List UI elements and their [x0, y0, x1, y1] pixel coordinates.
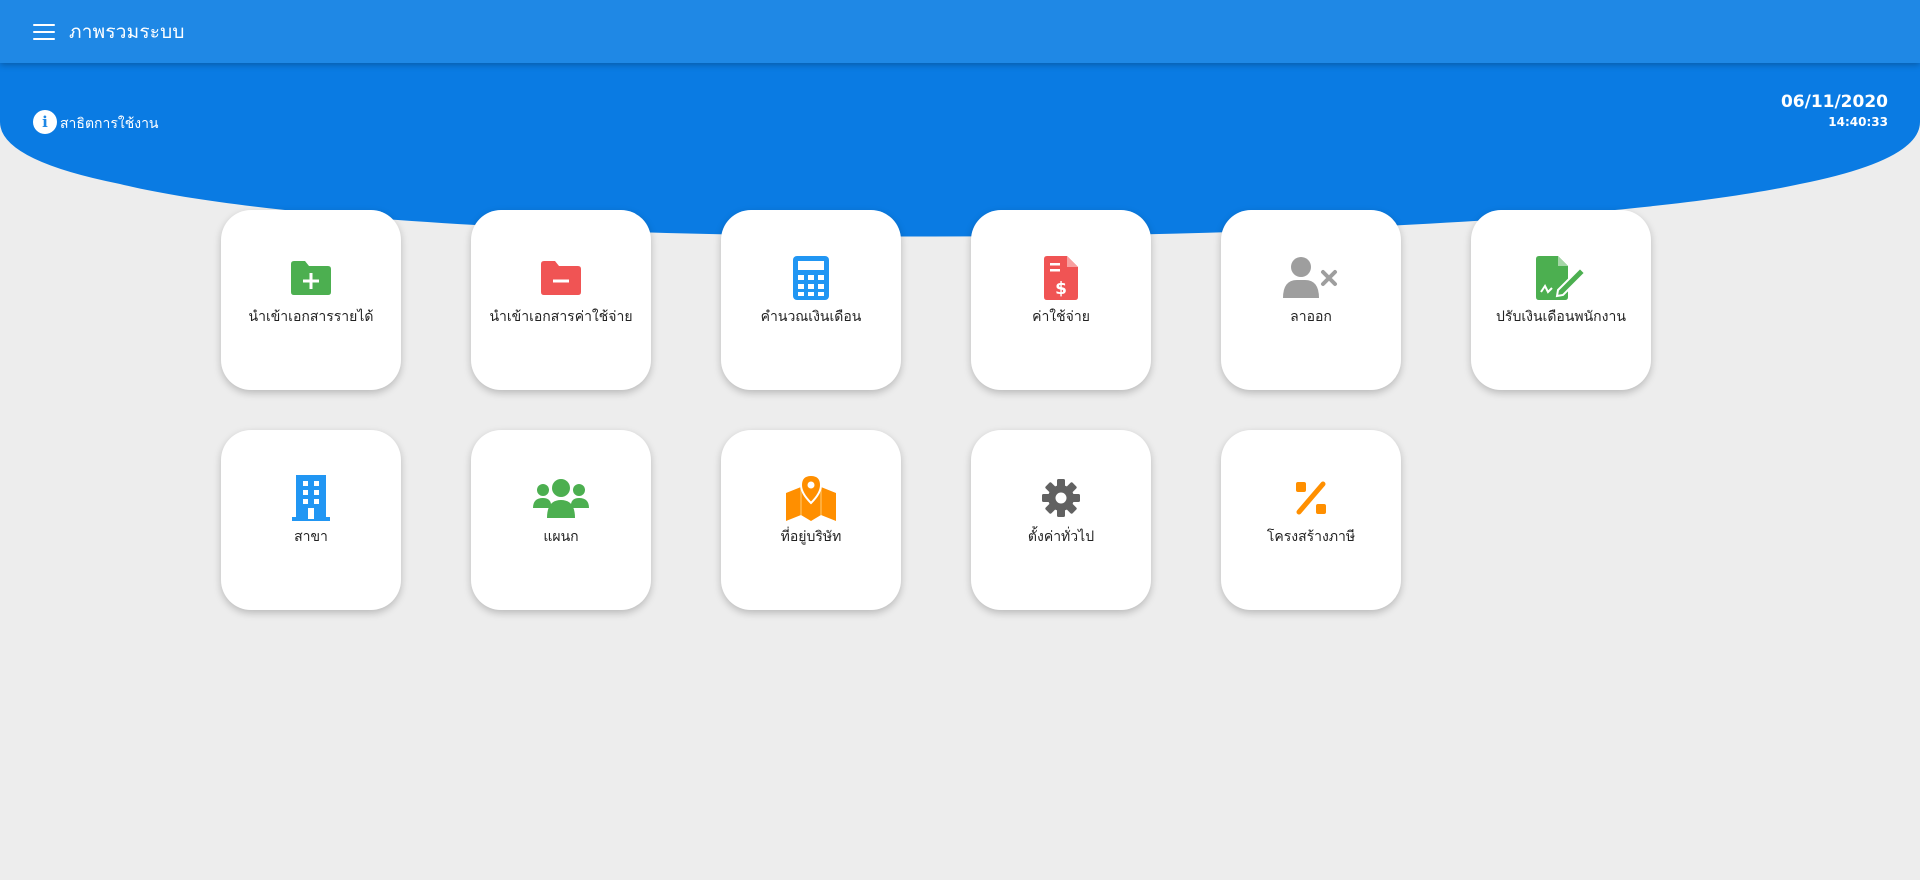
document-sign-icon [1533, 254, 1589, 302]
percent-icon [1283, 474, 1339, 522]
page-title: ภาพรวมระบบ [69, 20, 185, 43]
app-bar: ภาพรวมระบบ [0, 0, 1920, 63]
tile-tax-structure[interactable]: โครงสร้างภาษี [1221, 430, 1401, 610]
tile-import-expense[interactable]: นำเข้าเอกสารค่าใช้จ่าย [471, 210, 651, 390]
tile-label: สาขา [294, 529, 328, 545]
users-group-icon [533, 474, 589, 522]
demo-info-link[interactable]: i สาธิตการใช้งาน [33, 109, 159, 135]
tile-label: คำนวณเงินเดือน [760, 309, 862, 325]
demo-info-label: สาธิตการใช้งาน [60, 116, 159, 132]
current-date: 06/11/2020 [1780, 92, 1888, 112]
info-icon: i [33, 110, 57, 134]
tile-label: แผนก [543, 529, 579, 545]
map-marker-icon [783, 474, 839, 522]
tile-calculate-salary[interactable]: คำนวณเงินเดือน [721, 210, 901, 390]
gear-icon [1033, 474, 1089, 522]
tile-department[interactable]: แผนก [471, 430, 651, 610]
user-remove-icon [1283, 254, 1339, 302]
tile-import-income[interactable]: นำเข้าเอกสารรายได้ [221, 210, 401, 390]
building-icon [283, 474, 339, 522]
tile-label: นำเข้าเอกสารรายได้ [248, 309, 374, 325]
tile-label: ลาออก [1290, 309, 1332, 325]
tile-label: ปรับเงินเดือนพนักงาน [1496, 309, 1626, 325]
tile-adjust-salary[interactable]: ปรับเงินเดือนพนักงาน [1471, 210, 1651, 390]
tile-label: นำเข้าเอกสารค่าใช้จ่าย [489, 309, 633, 325]
datetime-display: 06/11/2020 14:40:33 [1781, 92, 1888, 129]
tile-general-settings[interactable]: ตั้งค่าทั่วไป [971, 430, 1151, 610]
svg-text:$: $ [1055, 279, 1067, 299]
folder-plus-icon [283, 254, 339, 302]
tile-label: ค่าใช้จ่าย [1032, 309, 1090, 325]
tile-expenses[interactable]: $ ค่าใช้จ่าย [971, 210, 1151, 390]
invoice-dollar-icon: $ [1033, 254, 1089, 302]
menu-grid: นำเข้าเอกสารรายได้ นำเข้าเอกสารค่าใช้จ่า… [221, 210, 1651, 610]
tile-resignation[interactable]: ลาออก [1221, 210, 1401, 390]
hamburger-menu-icon[interactable] [33, 23, 55, 40]
tile-label: ที่อยู่บริษัท [780, 529, 842, 545]
tile-company-address[interactable]: ที่อยู่บริษัท [721, 430, 901, 610]
tile-label: ตั้งค่าทั่วไป [1027, 529, 1095, 545]
tile-branch[interactable]: สาขา [221, 430, 401, 610]
calculator-icon [783, 254, 839, 302]
folder-minus-icon [533, 254, 589, 302]
tile-label: โครงสร้างภาษี [1266, 529, 1356, 545]
current-time: 14:40:33 [1828, 115, 1888, 129]
